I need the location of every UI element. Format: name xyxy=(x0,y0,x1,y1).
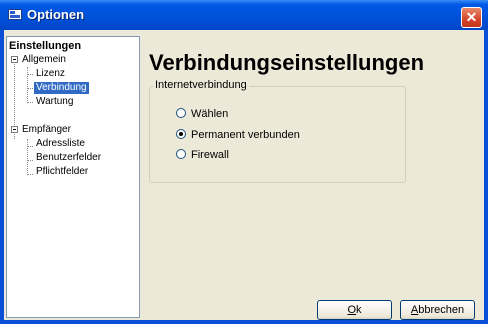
radio-checked-icon[interactable] xyxy=(176,129,186,139)
collapse-empfaenger-icon[interactable] xyxy=(11,126,18,133)
tree-node-empfaenger[interactable]: Empfänger xyxy=(22,124,71,136)
tree-root-settings[interactable]: Einstellungen xyxy=(9,40,81,52)
cancel-label-rest: bbrechen xyxy=(418,304,465,316)
radio-label: Firewall xyxy=(191,149,229,161)
ok-mnemonic: O xyxy=(347,304,357,316)
dialog-body: Einstellungen Allgemein Lizenz Verbindun… xyxy=(4,30,484,320)
settings-tree[interactable]: Einstellungen Allgemein Lizenz Verbindun… xyxy=(6,36,140,318)
tree-connector xyxy=(27,160,33,161)
radio-unchecked-icon[interactable] xyxy=(176,149,186,159)
tree-item-pflichtfelder[interactable]: Pflichtfelder xyxy=(36,166,88,178)
ok-label-rest: k xyxy=(356,304,362,316)
group-label: Internetverbindung xyxy=(153,79,249,91)
ok-button[interactable]: Ok xyxy=(317,300,392,320)
tree-connector xyxy=(27,88,33,89)
tree-node-allgemein[interactable]: Allgemein xyxy=(22,54,66,66)
title-bar[interactable]: Optionen ✕ xyxy=(0,0,488,30)
options-window: Optionen ✕ Einstellungen Allgemein Lizen… xyxy=(0,0,488,324)
tree-connector xyxy=(27,102,33,103)
options-window-icon xyxy=(8,9,22,20)
page-title: Verbindungseinstellungen xyxy=(149,50,425,75)
tree-item-lizenz[interactable]: Lizenz xyxy=(36,68,65,80)
radio-unchecked-icon[interactable] xyxy=(176,108,186,118)
tree-item-benutzerfelder[interactable]: Benutzerfelder xyxy=(36,152,101,164)
tree-connector xyxy=(27,146,33,147)
tree-connector xyxy=(27,174,33,175)
cancel-button[interactable]: Abbrechen xyxy=(400,300,475,320)
radio-label: Wählen xyxy=(191,108,229,120)
window-title: Optionen xyxy=(27,7,85,22)
tree-connector xyxy=(27,67,28,103)
close-button[interactable]: ✕ xyxy=(461,7,482,28)
tree-item-adressliste[interactable]: Adressliste xyxy=(36,138,85,150)
collapse-allgemein-icon[interactable] xyxy=(11,56,18,63)
tree-connector xyxy=(27,74,33,75)
radio-label: Permanent verbunden xyxy=(191,129,300,141)
tree-connector xyxy=(27,139,28,175)
tree-item-verbindung[interactable]: Verbindung xyxy=(34,82,89,94)
tree-item-wartung[interactable]: Wartung xyxy=(36,96,73,108)
